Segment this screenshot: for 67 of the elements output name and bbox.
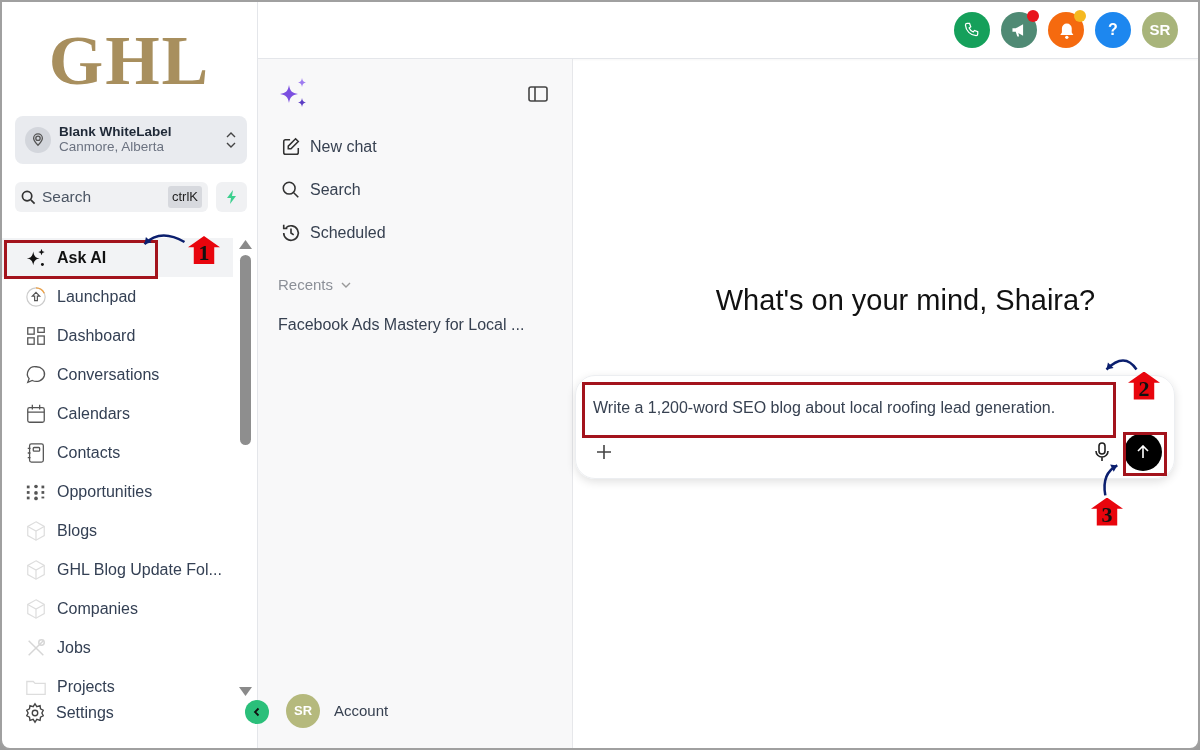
curved-arrow bbox=[1102, 463, 1119, 497]
sidebar-action[interactable]: New chat bbox=[278, 125, 552, 168]
logo: GHL bbox=[47, 26, 212, 96]
nav-item[interactable]: Projects bbox=[2, 667, 234, 696]
lightning-icon bbox=[225, 190, 238, 204]
plus-icon bbox=[596, 444, 612, 461]
account-location: Canmore, Alberta bbox=[59, 140, 166, 155]
nav-item[interactable]: Calendars bbox=[2, 394, 234, 433]
cube-icon bbox=[25, 597, 47, 620]
search-placeholder: Search bbox=[42, 187, 92, 208]
panel-icon bbox=[528, 85, 548, 102]
sidebar-action[interactable]: Scheduled bbox=[278, 211, 552, 254]
nav-item[interactable]: Dashboard bbox=[2, 316, 234, 355]
contacts-icon bbox=[25, 441, 47, 464]
collapse-button[interactable] bbox=[245, 700, 269, 724]
nav-item[interactable]: Conversations bbox=[2, 355, 234, 394]
step-marker: 2 bbox=[1128, 371, 1160, 400]
search-field[interactable]: Search ctrlK bbox=[15, 182, 208, 212]
sidebar-action[interactable]: Search bbox=[278, 168, 552, 211]
highlight-frame bbox=[1123, 431, 1167, 476]
settings-icon bbox=[24, 702, 46, 724]
location-icon bbox=[25, 127, 51, 153]
launch-icon bbox=[25, 285, 47, 308]
arrow-up-icon bbox=[1136, 444, 1150, 459]
microphone-button[interactable] bbox=[1094, 439, 1110, 464]
cube-icon bbox=[25, 519, 47, 542]
account-label: Account bbox=[334, 700, 389, 721]
chat-bubble-icon bbox=[25, 363, 47, 386]
search-icon bbox=[21, 189, 36, 205]
curved-arrow bbox=[142, 233, 186, 246]
curved-arrow bbox=[1104, 359, 1138, 371]
settings-link[interactable]: Settings bbox=[24, 700, 114, 726]
tools-icon bbox=[25, 636, 47, 659]
account-switcher[interactable]: Blank WhiteLabel Canmore, Alberta bbox=[15, 116, 247, 164]
chevron-left-icon bbox=[252, 707, 262, 717]
recent-chat[interactable]: Facebook Ads Mastery for Local ... bbox=[278, 312, 552, 337]
nav-item[interactable]: Opportunities bbox=[2, 472, 234, 511]
greeting: What's on your mind, Shaira? bbox=[714, 283, 1097, 318]
dashboard-icon bbox=[25, 324, 47, 347]
nav-item[interactable]: Blogs bbox=[2, 511, 234, 550]
account-menu[interactable]: SR Account bbox=[278, 694, 552, 728]
bell-button[interactable] bbox=[1048, 12, 1084, 48]
scroll-up-icon[interactable] bbox=[238, 240, 252, 249]
scroll-down-icon[interactable] bbox=[238, 687, 252, 696]
nav-item[interactable]: Jobs bbox=[2, 628, 234, 667]
nav-item[interactable]: Companies bbox=[2, 589, 234, 628]
search-icon bbox=[281, 179, 301, 200]
nav-item[interactable]: Contacts bbox=[2, 433, 234, 472]
phone-icon bbox=[963, 21, 981, 39]
sparkle-icon bbox=[25, 246, 47, 269]
microphone-icon bbox=[1094, 442, 1110, 463]
phone-button[interactable] bbox=[954, 12, 990, 48]
help-button[interactable]: ? bbox=[1095, 12, 1131, 48]
edit-icon bbox=[281, 136, 301, 157]
nav-item[interactable]: Launchpad bbox=[2, 277, 234, 316]
nav-item[interactable]: GHL Blog Update Fol... bbox=[2, 550, 234, 589]
calendar-icon bbox=[25, 402, 47, 425]
scrollbar-thumb[interactable] bbox=[239, 255, 251, 445]
account-name: Blank WhiteLabel bbox=[59, 125, 173, 140]
prompt-field[interactable]: Write a 1,200-word SEO blog about local roofing lead generation. bbox=[584, 383, 1110, 432]
clock-icon bbox=[281, 222, 301, 243]
avatar: SR bbox=[286, 694, 320, 728]
shortcut-key: ctrlK bbox=[168, 186, 202, 208]
chevron-updown-icon bbox=[225, 131, 237, 149]
cube-icon bbox=[25, 558, 47, 581]
step-marker: 3 bbox=[1091, 497, 1123, 526]
megaphone-button[interactable] bbox=[1001, 12, 1037, 48]
